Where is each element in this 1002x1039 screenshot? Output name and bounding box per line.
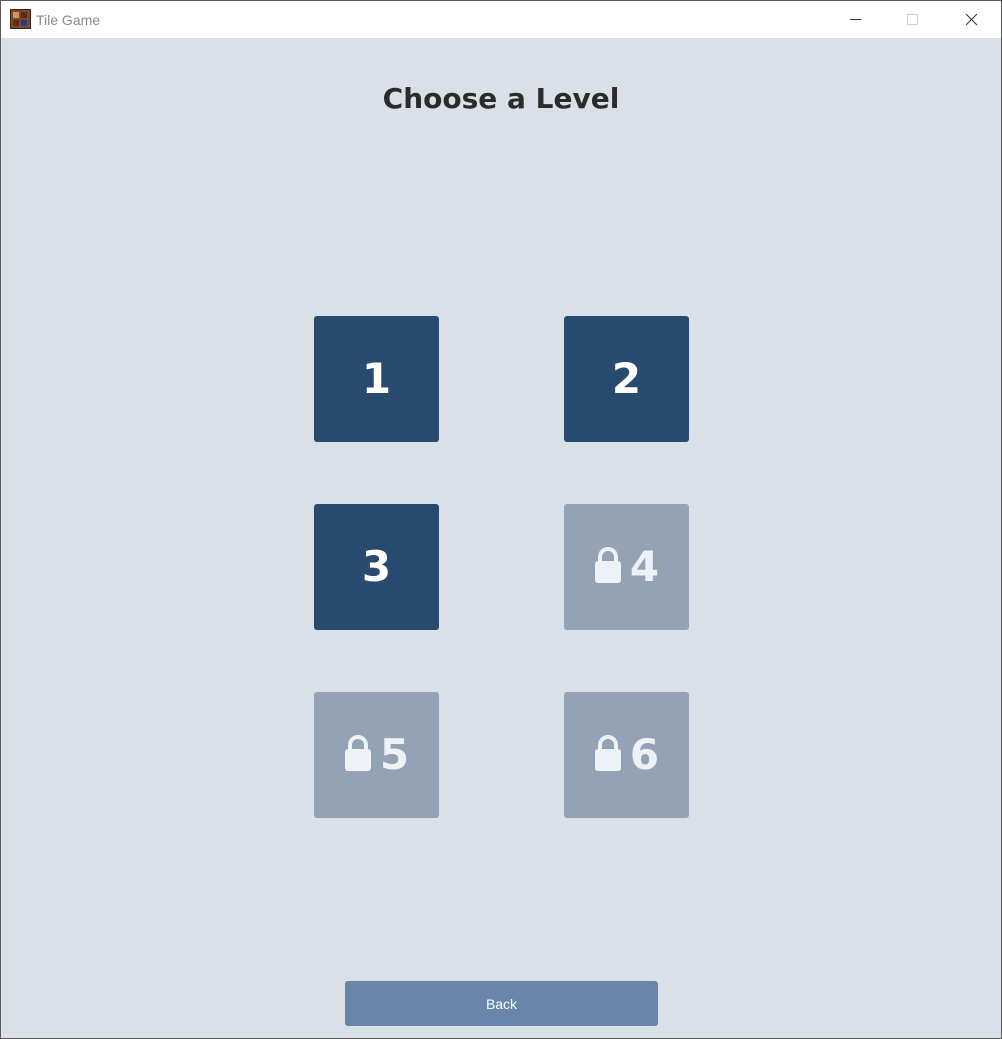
level-number: 3: [361, 542, 392, 591]
back-button-label: Back: [485, 995, 518, 1012]
title-bar[interactable]: Tile Game: [1, 1, 1001, 38]
level-number: 5: [379, 730, 410, 779]
page-title: Choose a Level: [382, 82, 620, 115]
level-2-tile[interactable]: 2: [564, 316, 689, 442]
level-number: 4: [629, 542, 660, 591]
app-window: Tile Game Choose a Level 1 2 3 4 5 6 Bac…: [0, 0, 1002, 1039]
maximize-button[interactable]: [884, 1, 942, 38]
level-number: 2: [611, 354, 642, 403]
level-6-tile[interactable]: 6: [564, 692, 689, 818]
level-5-tile[interactable]: 5: [314, 692, 439, 818]
lock-icon: [594, 735, 621, 771]
back-button[interactable]: Back: [345, 981, 658, 1026]
lock-icon: [344, 735, 371, 771]
close-icon: [965, 13, 978, 26]
level-1-tile[interactable]: 1: [314, 316, 439, 442]
level-4-tile[interactable]: 4: [564, 504, 689, 630]
maximize-icon: [907, 14, 918, 25]
level-3-tile[interactable]: 3: [314, 504, 439, 630]
minimize-button[interactable]: [826, 1, 884, 38]
level-number: 1: [361, 354, 392, 403]
lock-icon: [594, 547, 621, 583]
tile-game-icon: [10, 9, 31, 29]
minimize-icon: [850, 19, 861, 20]
level-number: 6: [629, 730, 660, 779]
window-title: Tile Game: [36, 12, 101, 28]
close-button[interactable]: [942, 1, 1000, 38]
